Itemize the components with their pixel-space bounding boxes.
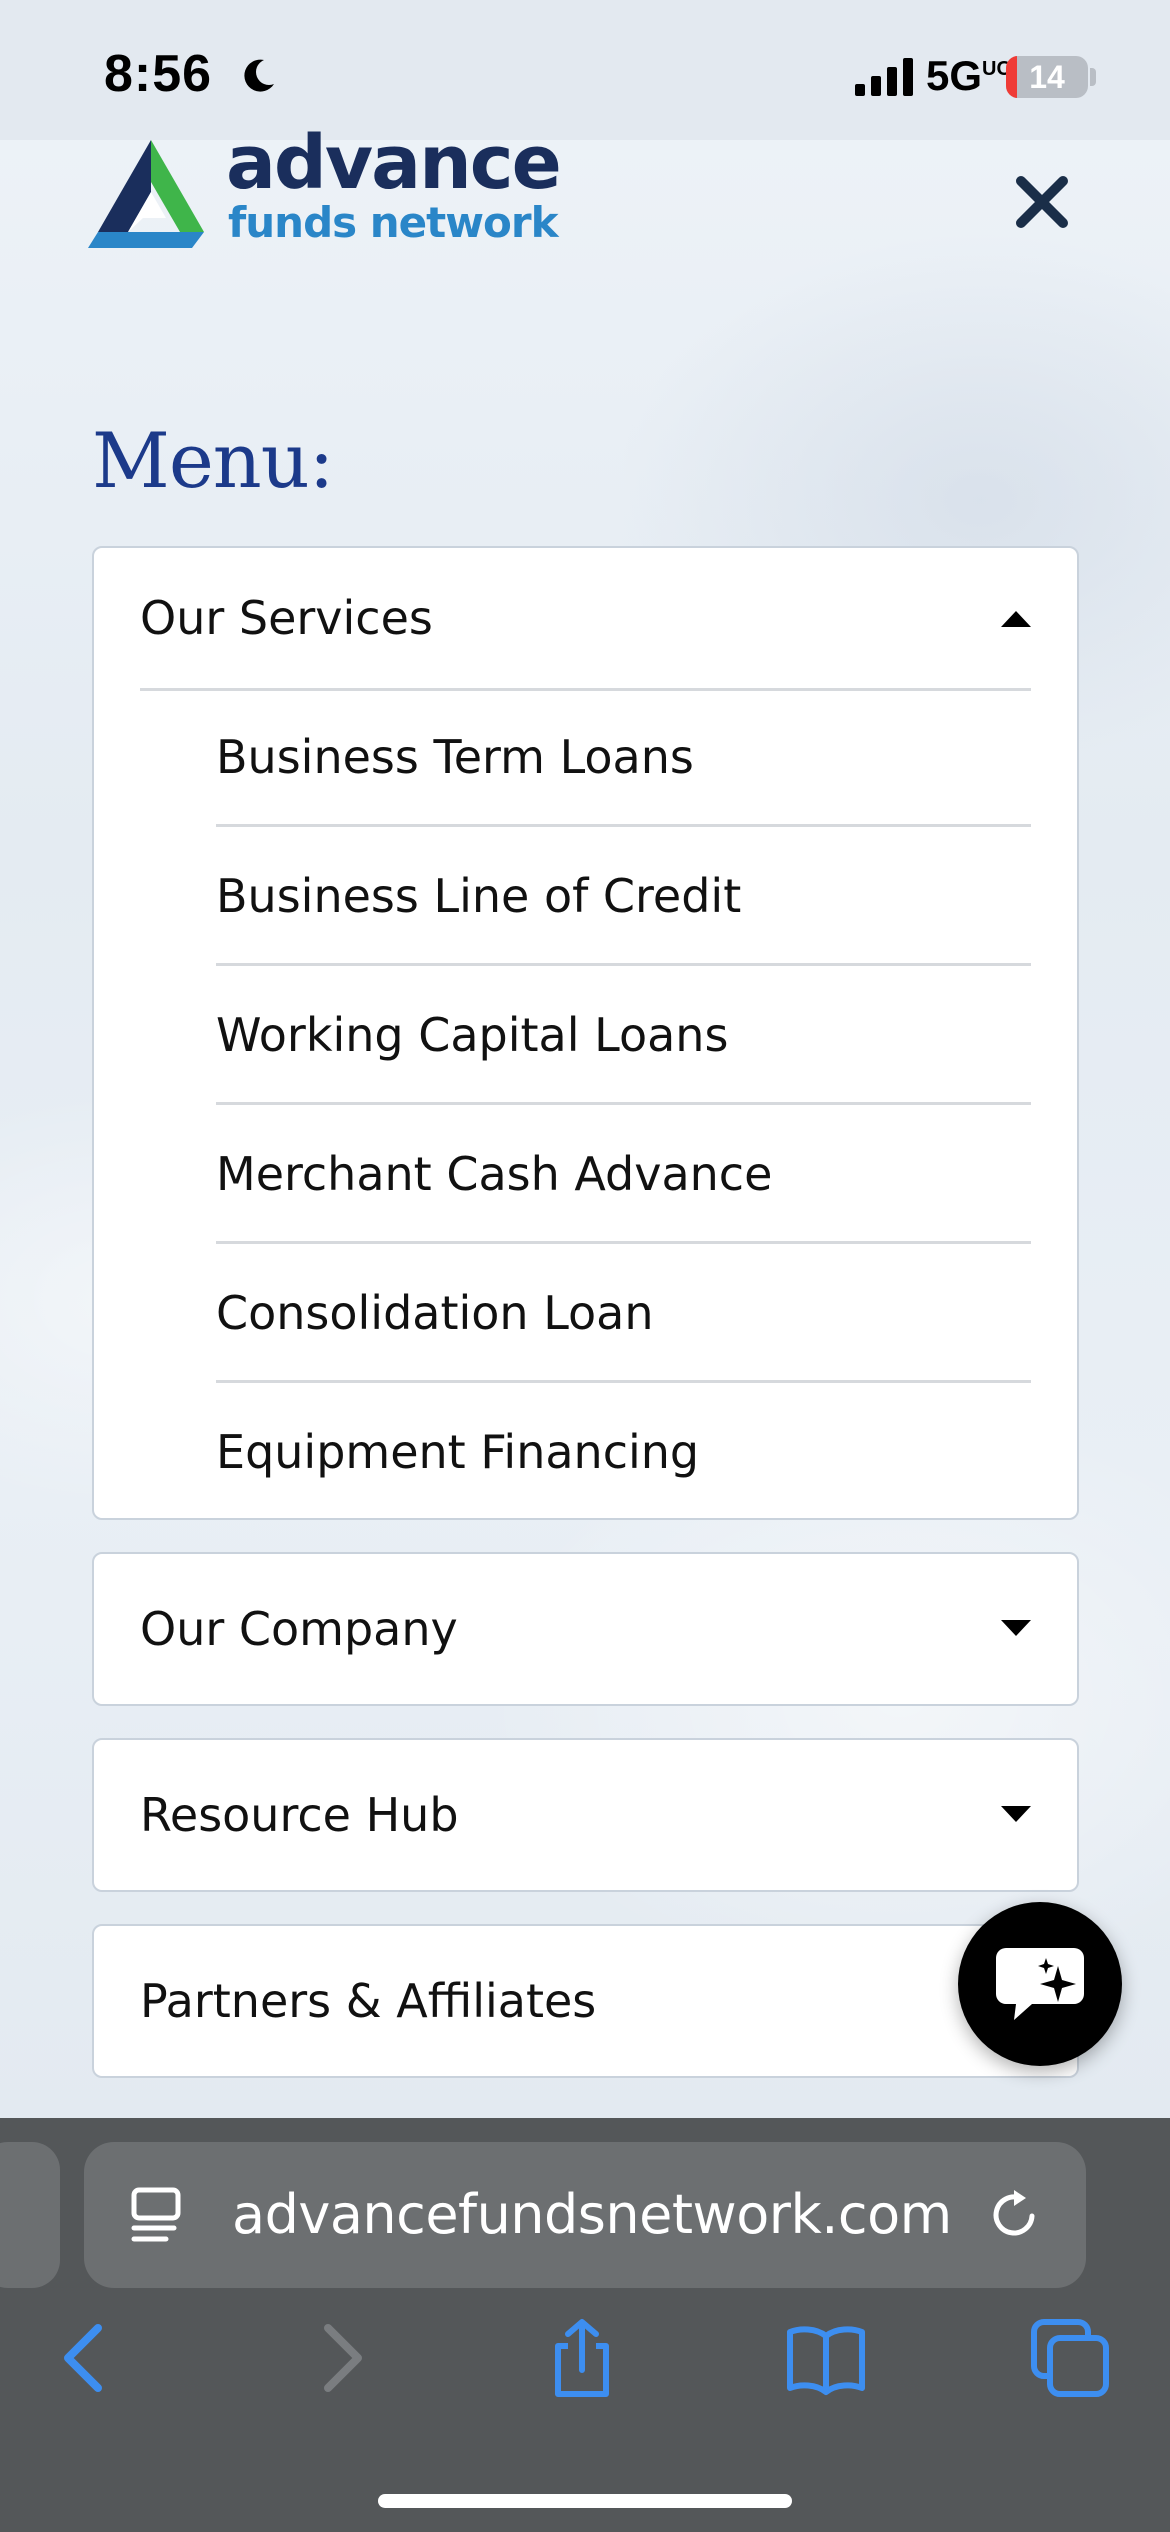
menu-title: Menu: <box>92 416 334 505</box>
chat-sparkle-icon <box>996 1948 1084 2020</box>
section-label: Partners & Affiliates <box>140 1974 597 2028</box>
status-time: 8:56 <box>104 45 213 103</box>
submenu-item-label: Business Term Loans <box>216 730 694 784</box>
signal-icon <box>855 58 913 96</box>
moon-icon <box>244 59 274 92</box>
section-header-partners-affiliates[interactable]: Partners & Affiliates <box>140 1926 1031 2076</box>
section-label: Our Company <box>140 1602 458 1656</box>
submenu-item-consolidation-loan[interactable]: Consolidation Loan <box>216 1244 1031 1382</box>
menu-section-partners-affiliates[interactable]: Partners & Affiliates <box>92 1924 1079 2078</box>
submenu-item-merchant-cash-advance[interactable]: Merchant Cash Advance <box>216 1105 1031 1243</box>
logo-wordmark[interactable]: advance <box>226 126 562 200</box>
section-header-our-company[interactable]: Our Company <box>140 1554 1031 1704</box>
menu-section-our-company[interactable]: Our Company <box>92 1552 1079 1706</box>
section-header-resource-hub[interactable]: Resource Hub <box>140 1740 1031 1890</box>
submenu-item-label: Merchant Cash Advance <box>216 1147 773 1201</box>
tabs-icon[interactable] <box>1030 2318 1110 2398</box>
section-header-our-services[interactable]: Our Services <box>140 548 1031 688</box>
chevron-down-icon <box>1001 1620 1031 1636</box>
menu-section-our-services: Our Services Business Term Loans Busines… <box>92 546 1079 1520</box>
url-text[interactable]: advancefundsnetwork.com <box>232 2186 952 2244</box>
network-label: 5GUC <box>926 52 1011 99</box>
chevron-up-icon <box>1001 611 1031 627</box>
chevron-down-icon <box>1001 1806 1031 1822</box>
submenu-item-business-line-of-credit[interactable]: Business Line of Credit <box>216 827 1031 965</box>
submenu-item-label: Consolidation Loan <box>216 1286 654 1340</box>
submenu-item-working-capital-loans[interactable]: Working Capital Loans <box>216 966 1031 1104</box>
site-header: advance funds network <box>0 126 1170 290</box>
submenu-item-label: Business Line of Credit <box>216 869 742 923</box>
home-indicator[interactable] <box>378 2494 792 2508</box>
close-menu-button[interactable] <box>1006 166 1078 238</box>
submenu-item-label: Equipment Financing <box>216 1425 700 1479</box>
back-arrow-icon[interactable] <box>46 2318 126 2398</box>
share-icon[interactable] <box>542 2318 622 2398</box>
submenu-item-business-term-loans[interactable]: Business Term Loans <box>216 688 1031 826</box>
close-icon <box>1016 176 1068 228</box>
logo-icon[interactable] <box>88 140 214 248</box>
menu-section-resource-hub[interactable]: Resource Hub <box>92 1738 1079 1892</box>
reload-icon[interactable] <box>986 2186 1044 2244</box>
bookmarks-icon[interactable] <box>786 2318 866 2398</box>
chat-button[interactable] <box>958 1902 1122 2066</box>
section-label: Our Services <box>140 591 433 645</box>
section-label: Resource Hub <box>140 1788 459 1842</box>
forward-arrow-icon[interactable] <box>300 2318 380 2398</box>
submenu-item-label: Working Capital Loans <box>216 1008 729 1062</box>
battery-tip <box>1090 68 1096 86</box>
previous-tab-pill[interactable] <box>0 2142 60 2288</box>
battery-level: 14 <box>1029 59 1065 95</box>
submenu-item-equipment-financing[interactable]: Equipment Financing <box>216 1383 1031 1521</box>
page-menu-icon[interactable] <box>130 2186 186 2244</box>
logo-subtitle[interactable]: funds network <box>228 202 559 244</box>
battery-icon: 14 <box>1006 56 1088 98</box>
